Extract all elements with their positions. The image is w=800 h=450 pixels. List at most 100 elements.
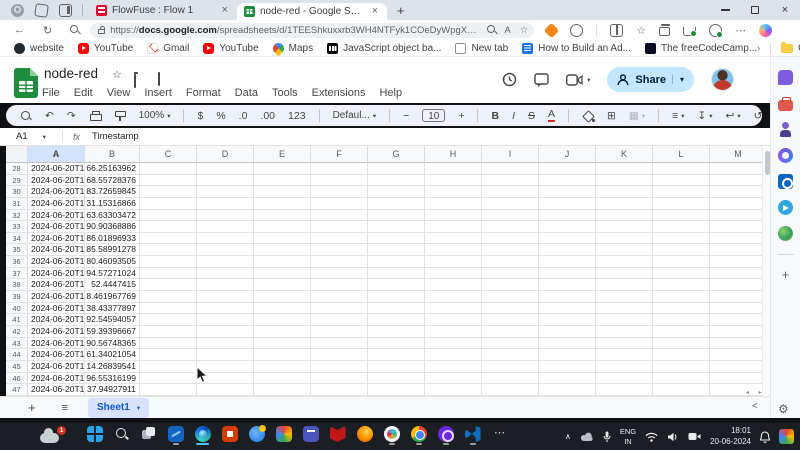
- onedrive-cloud-icon[interactable]: [580, 432, 594, 442]
- cell-empty[interactable]: [653, 384, 710, 396]
- cell-value[interactable]: 61.34021054: [85, 349, 140, 361]
- bookmarks-overflow-icon[interactable]: ›: [757, 43, 760, 53]
- cell-empty[interactable]: [539, 198, 596, 210]
- cell-value[interactable]: 86.01896933: [85, 233, 140, 245]
- cell-empty[interactable]: [539, 163, 596, 175]
- cell-empty[interactable]: [710, 349, 762, 361]
- cell-empty[interactable]: [368, 256, 425, 268]
- cell-empty[interactable]: [482, 373, 539, 385]
- cell-timestamp[interactable]: 2024-06-20T12:2: [28, 279, 85, 291]
- cell-empty[interactable]: [425, 175, 482, 187]
- cell-timestamp[interactable]: 2024-06-20T12:2: [28, 163, 85, 175]
- cell-empty[interactable]: [311, 186, 368, 198]
- cell-value[interactable]: 31.15316866: [85, 198, 140, 210]
- cell-empty[interactable]: [140, 233, 197, 245]
- cell-value[interactable]: 66.25163962: [85, 163, 140, 175]
- cell-empty[interactable]: [710, 244, 762, 256]
- cell-empty[interactable]: [539, 256, 596, 268]
- cell-empty[interactable]: [596, 210, 653, 222]
- cell-empty[interactable]: [368, 314, 425, 326]
- cell-empty[interactable]: [482, 256, 539, 268]
- cell-empty[interactable]: [368, 175, 425, 187]
- text-rotation-button[interactable]: ↺▾: [754, 110, 762, 122]
- cell-empty[interactable]: [482, 349, 539, 361]
- read-aloud-icon[interactable]: A: [504, 25, 510, 36]
- italic-button[interactable]: I: [512, 110, 515, 122]
- cell-empty[interactable]: [539, 268, 596, 280]
- cell-empty[interactable]: [596, 291, 653, 303]
- cell-empty[interactable]: [311, 291, 368, 303]
- horizontal-align-button[interactable]: ≡▾: [672, 110, 684, 122]
- increase-decimals-button[interactable]: .00: [260, 110, 275, 122]
- column-header-I[interactable]: I: [482, 146, 539, 163]
- cell-empty[interactable]: [254, 303, 311, 315]
- cell-empty[interactable]: [197, 163, 254, 175]
- cell-empty[interactable]: [368, 279, 425, 291]
- decrease-decimals-button[interactable]: .0: [239, 110, 248, 122]
- menu-tools[interactable]: Tools: [272, 87, 298, 99]
- cell-empty[interactable]: [140, 338, 197, 350]
- cell-empty[interactable]: [311, 314, 368, 326]
- other-favorites-button[interactable]: Other favorites: [781, 43, 800, 54]
- column-header-A[interactable]: A: [28, 146, 85, 163]
- cell-empty[interactable]: [482, 186, 539, 198]
- copilot-icon[interactable]: [759, 24, 772, 37]
- cell-timestamp[interactable]: 2024-06-20T12:2: [28, 198, 85, 210]
- cell-empty[interactable]: [710, 326, 762, 338]
- cell-empty[interactable]: [596, 314, 653, 326]
- share-button[interactable]: Share ▾: [607, 67, 694, 92]
- cell-empty[interactable]: [197, 210, 254, 222]
- cell-empty[interactable]: [653, 186, 710, 198]
- more-menu-icon[interactable]: ⋯: [735, 24, 746, 37]
- row-header-42[interactable]: 42: [6, 326, 28, 338]
- comment-history-icon[interactable]: [534, 73, 549, 87]
- cell-value[interactable]: 37.94927911: [85, 384, 140, 396]
- cell-empty[interactable]: [425, 349, 482, 361]
- cell-timestamp[interactable]: 2024-06-20T12:2: [28, 233, 85, 245]
- cell-empty[interactable]: [254, 338, 311, 350]
- borders-button[interactable]: ⊞: [607, 110, 616, 122]
- cell-empty[interactable]: [482, 279, 539, 291]
- cell-empty[interactable]: [710, 338, 762, 350]
- cell-empty[interactable]: [311, 338, 368, 350]
- cell-empty[interactable]: [368, 198, 425, 210]
- document-status-cloud-icon[interactable]: [158, 72, 160, 86]
- cell-timestamp[interactable]: 2024-06-20T12:2: [28, 244, 85, 256]
- cell-empty[interactable]: [197, 186, 254, 198]
- move-to-folder-icon[interactable]: [134, 74, 136, 88]
- row-header-45[interactable]: 45: [6, 361, 28, 373]
- cell-value[interactable]: 90.56748365: [85, 338, 140, 350]
- tab-close-icon[interactable]: ×: [220, 5, 230, 16]
- tab-google-sheets[interactable]: node-red - Google Sheets ×: [237, 3, 387, 20]
- merge-cells-button[interactable]: ▦▾: [629, 110, 645, 122]
- cell-timestamp[interactable]: 2024-06-20T12:2: [28, 373, 85, 385]
- cell-empty[interactable]: [197, 384, 254, 396]
- cell-empty[interactable]: [197, 349, 254, 361]
- cell-empty[interactable]: [482, 361, 539, 373]
- row-header-32[interactable]: 32: [6, 210, 28, 222]
- cell-value[interactable]: 80.46093505: [85, 256, 140, 268]
- share-caret-icon[interactable]: ▾: [672, 75, 684, 84]
- cell-empty[interactable]: [710, 361, 762, 373]
- cell-empty[interactable]: [140, 186, 197, 198]
- vertical-scrollbar[interactable]: [762, 146, 770, 396]
- cell-empty[interactable]: [482, 244, 539, 256]
- cell-value[interactable]: 90.90368886: [85, 221, 140, 233]
- column-header-K[interactable]: K: [596, 146, 653, 163]
- cell-empty[interactable]: [482, 326, 539, 338]
- cell-empty[interactable]: [311, 244, 368, 256]
- column-header-M[interactable]: M: [710, 146, 762, 163]
- cell-value[interactable]: 63.63303472: [85, 210, 140, 222]
- cell-empty[interactable]: [254, 175, 311, 187]
- row-header-36[interactable]: 36: [6, 256, 28, 268]
- cell-timestamp[interactable]: 2024-06-20T12:2: [28, 338, 85, 350]
- cell-empty[interactable]: [140, 221, 197, 233]
- column-header-C[interactable]: C: [140, 146, 197, 163]
- cell-timestamp[interactable]: 2024-06-20T12:2: [28, 384, 85, 396]
- cell-empty[interactable]: [140, 244, 197, 256]
- cell-empty[interactable]: [311, 163, 368, 175]
- cell-empty[interactable]: [596, 175, 653, 187]
- cell-empty[interactable]: [197, 291, 254, 303]
- cell-empty[interactable]: [653, 198, 710, 210]
- sidebar-character-icon[interactable]: [778, 122, 793, 137]
